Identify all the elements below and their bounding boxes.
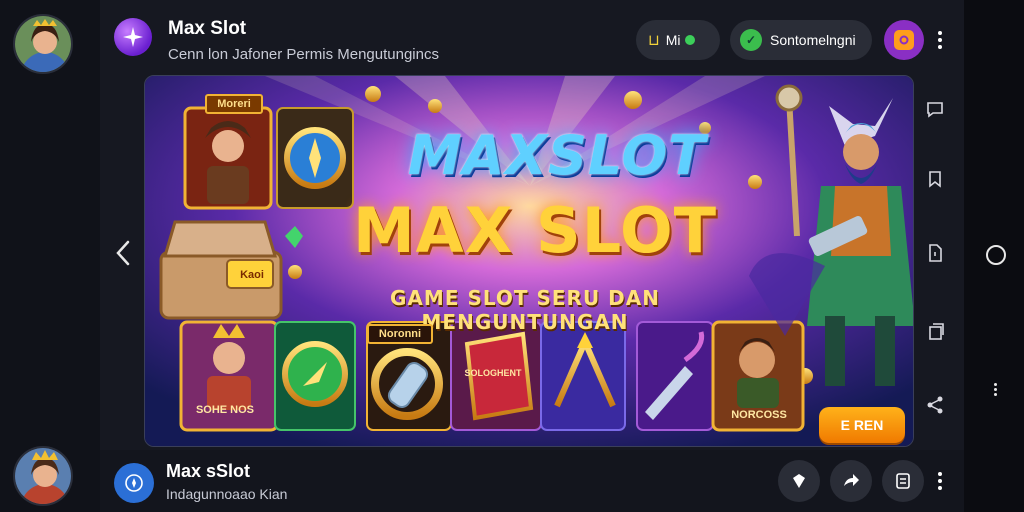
banner-tag-noronni: Noronni	[367, 324, 433, 344]
star-sparkle-icon[interactable]	[114, 18, 152, 56]
avatar-bottom[interactable]	[13, 446, 73, 506]
compass-icon[interactable]	[114, 463, 154, 503]
status-dot	[684, 35, 695, 45]
diamond-icon[interactable]	[778, 460, 820, 502]
banner-tag-moreri: Moreri	[205, 94, 263, 114]
banner-title-main: MAX SLOT	[352, 194, 717, 267]
nav-dots-icon[interactable]	[994, 383, 997, 398]
banner-tag-sohe: SOHE NOS	[195, 404, 255, 416]
copy-icon[interactable]	[922, 318, 948, 344]
home-circle-icon[interactable]	[986, 245, 1006, 265]
brand-button[interactable]	[884, 20, 924, 60]
mi-pill-label: Mi	[665, 32, 681, 48]
system-nav-bar	[964, 0, 1024, 512]
brand-logo-icon	[894, 30, 914, 50]
play-cta-button[interactable]: E REN	[819, 407, 905, 443]
app-title: Max Slot	[168, 18, 247, 39]
file-icon[interactable]	[922, 240, 948, 266]
banner-tag-norcoss: NORCOSS	[731, 409, 787, 421]
check-icon: ✓	[740, 29, 762, 51]
bottom-bar: Max sSlot Indagunnoaao Kian	[100, 450, 964, 512]
footer-more-menu-icon[interactable]	[938, 472, 942, 493]
app-subtitle: Cenn lon Jafoner Permis Mengutungincs	[168, 46, 439, 63]
promo-banner[interactable]: MAXSLOT MAX SLOT GAME SLOT SERU DAN MENG…	[144, 75, 914, 447]
footer-subtitle: Indagunnoaao Kian	[166, 486, 288, 502]
banner-title-top: MAXSLOT	[407, 124, 707, 187]
more-menu-icon[interactable]	[938, 31, 942, 52]
share-icon[interactable]	[922, 392, 948, 418]
forward-icon[interactable]	[830, 460, 872, 502]
top-header: Max Slot Cenn lon Jafoner Permis Mengutu…	[100, 0, 964, 72]
connect-pill-button[interactable]: ✓ Sontomelngni	[730, 20, 872, 60]
chevron-left-icon[interactable]	[114, 238, 132, 268]
wallet-icon: ⊔	[648, 32, 660, 49]
mi-pill-button[interactable]: ⊔ Mi	[636, 20, 720, 60]
banner-chest-label: Kaoi	[240, 269, 264, 281]
notes-icon[interactable]	[882, 460, 924, 502]
chat-icon[interactable]	[922, 96, 948, 122]
avatar-top[interactable]	[13, 14, 73, 74]
main-panel: Max Slot Cenn lon Jafoner Permis Mengutu…	[100, 0, 964, 512]
banner-gem-label: SOLOGHENT	[464, 368, 522, 378]
connect-pill-label: Sontomelngni	[770, 32, 856, 48]
left-rail	[0, 0, 100, 512]
footer-title: Max sSlot	[166, 461, 251, 481]
bookmark-icon[interactable]	[922, 166, 948, 192]
